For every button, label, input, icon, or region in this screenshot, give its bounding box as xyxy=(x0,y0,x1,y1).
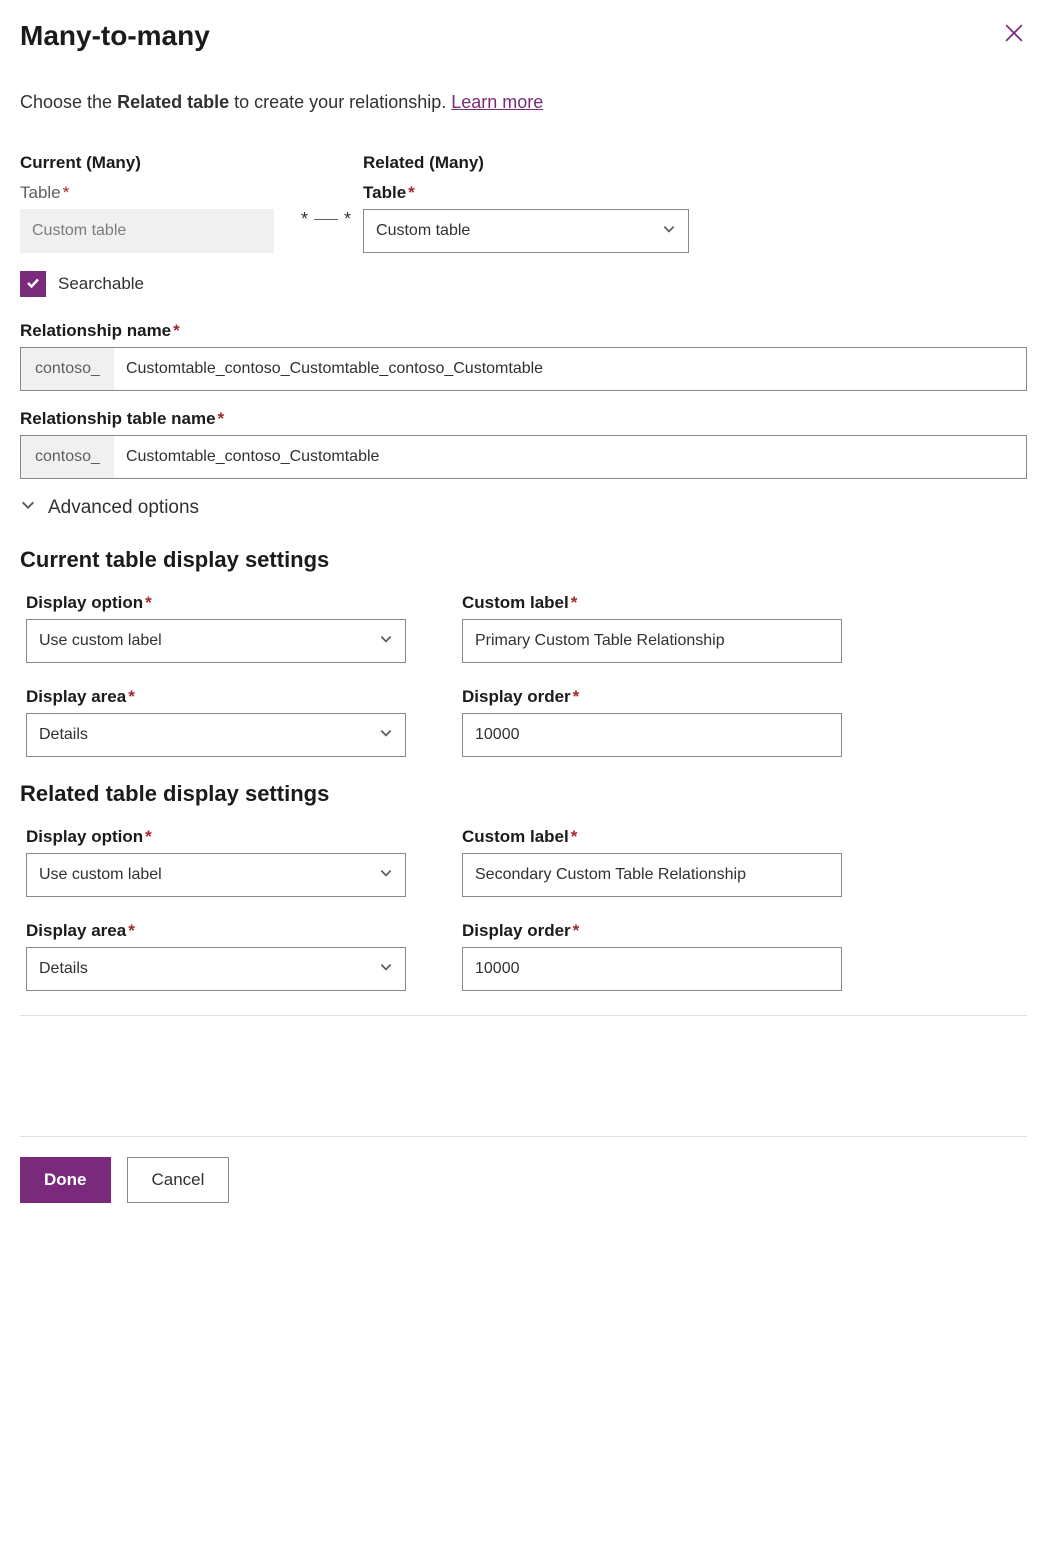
relationship-name-prefix: contoso_ xyxy=(21,348,114,390)
relationship-table-name-label: Relationship table name* xyxy=(20,409,1027,429)
current-display-order-label: Display order* xyxy=(462,687,842,707)
advanced-options-toggle[interactable]: Advanced options xyxy=(20,497,1027,519)
chevron-down-icon xyxy=(20,497,36,519)
dialog-title: Many-to-many xyxy=(20,20,210,52)
learn-more-link[interactable]: Learn more xyxy=(451,92,543,112)
related-display-option-select[interactable]: Use custom label xyxy=(26,853,406,897)
searchable-label: Searchable xyxy=(58,274,144,294)
chevron-down-icon xyxy=(379,726,393,745)
related-settings-heading: Related table display settings xyxy=(20,781,1027,807)
relationship-name-input[interactable] xyxy=(114,348,1026,390)
chevron-down-icon xyxy=(379,632,393,651)
done-button[interactable]: Done xyxy=(20,1157,111,1203)
current-custom-label-label: Custom label* xyxy=(462,593,842,613)
related-heading: Related (Many) xyxy=(363,153,689,173)
current-table-field: Custom table xyxy=(20,209,274,253)
related-display-order-label: Display order* xyxy=(462,921,842,941)
current-custom-label-input[interactable] xyxy=(462,619,842,663)
relationship-table-name-prefix: contoso_ xyxy=(21,436,114,478)
advanced-options-label: Advanced options xyxy=(48,497,199,519)
chevron-down-icon xyxy=(379,960,393,979)
close-icon xyxy=(1005,29,1023,45)
cardinality-connector: * * xyxy=(295,153,357,230)
current-display-area-select[interactable]: Details xyxy=(26,713,406,757)
relationship-name-label: Relationship name* xyxy=(20,321,1027,341)
relationship-table-name-input[interactable] xyxy=(114,436,1026,478)
checkmark-icon xyxy=(25,275,41,294)
intro-text: Choose the Related table to create your … xyxy=(20,92,1027,113)
current-settings-heading: Current table display settings xyxy=(20,547,1027,573)
cancel-button[interactable]: Cancel xyxy=(127,1157,230,1203)
divider xyxy=(20,1015,1027,1016)
related-custom-label-input[interactable] xyxy=(462,853,842,897)
related-display-area-label: Display area* xyxy=(26,921,406,941)
related-custom-label-label: Custom label* xyxy=(462,827,842,847)
related-display-option-label: Display option* xyxy=(26,827,406,847)
searchable-checkbox[interactable] xyxy=(20,271,46,297)
related-display-order-input[interactable] xyxy=(462,947,842,991)
related-table-value: Custom table xyxy=(376,222,470,240)
related-table-select[interactable]: Custom table xyxy=(363,209,689,253)
current-display-option-label: Display option* xyxy=(26,593,406,613)
related-display-area-select[interactable]: Details xyxy=(26,947,406,991)
current-display-option-select[interactable]: Use custom label xyxy=(26,619,406,663)
chevron-down-icon xyxy=(379,866,393,885)
current-table-label: Table* xyxy=(20,183,295,203)
current-heading: Current (Many) xyxy=(20,153,295,173)
related-table-label: Table* xyxy=(363,183,689,203)
current-display-area-label: Display area* xyxy=(26,687,406,707)
close-button[interactable] xyxy=(1001,20,1027,49)
chevron-down-icon xyxy=(662,222,676,241)
current-display-order-input[interactable] xyxy=(462,713,842,757)
